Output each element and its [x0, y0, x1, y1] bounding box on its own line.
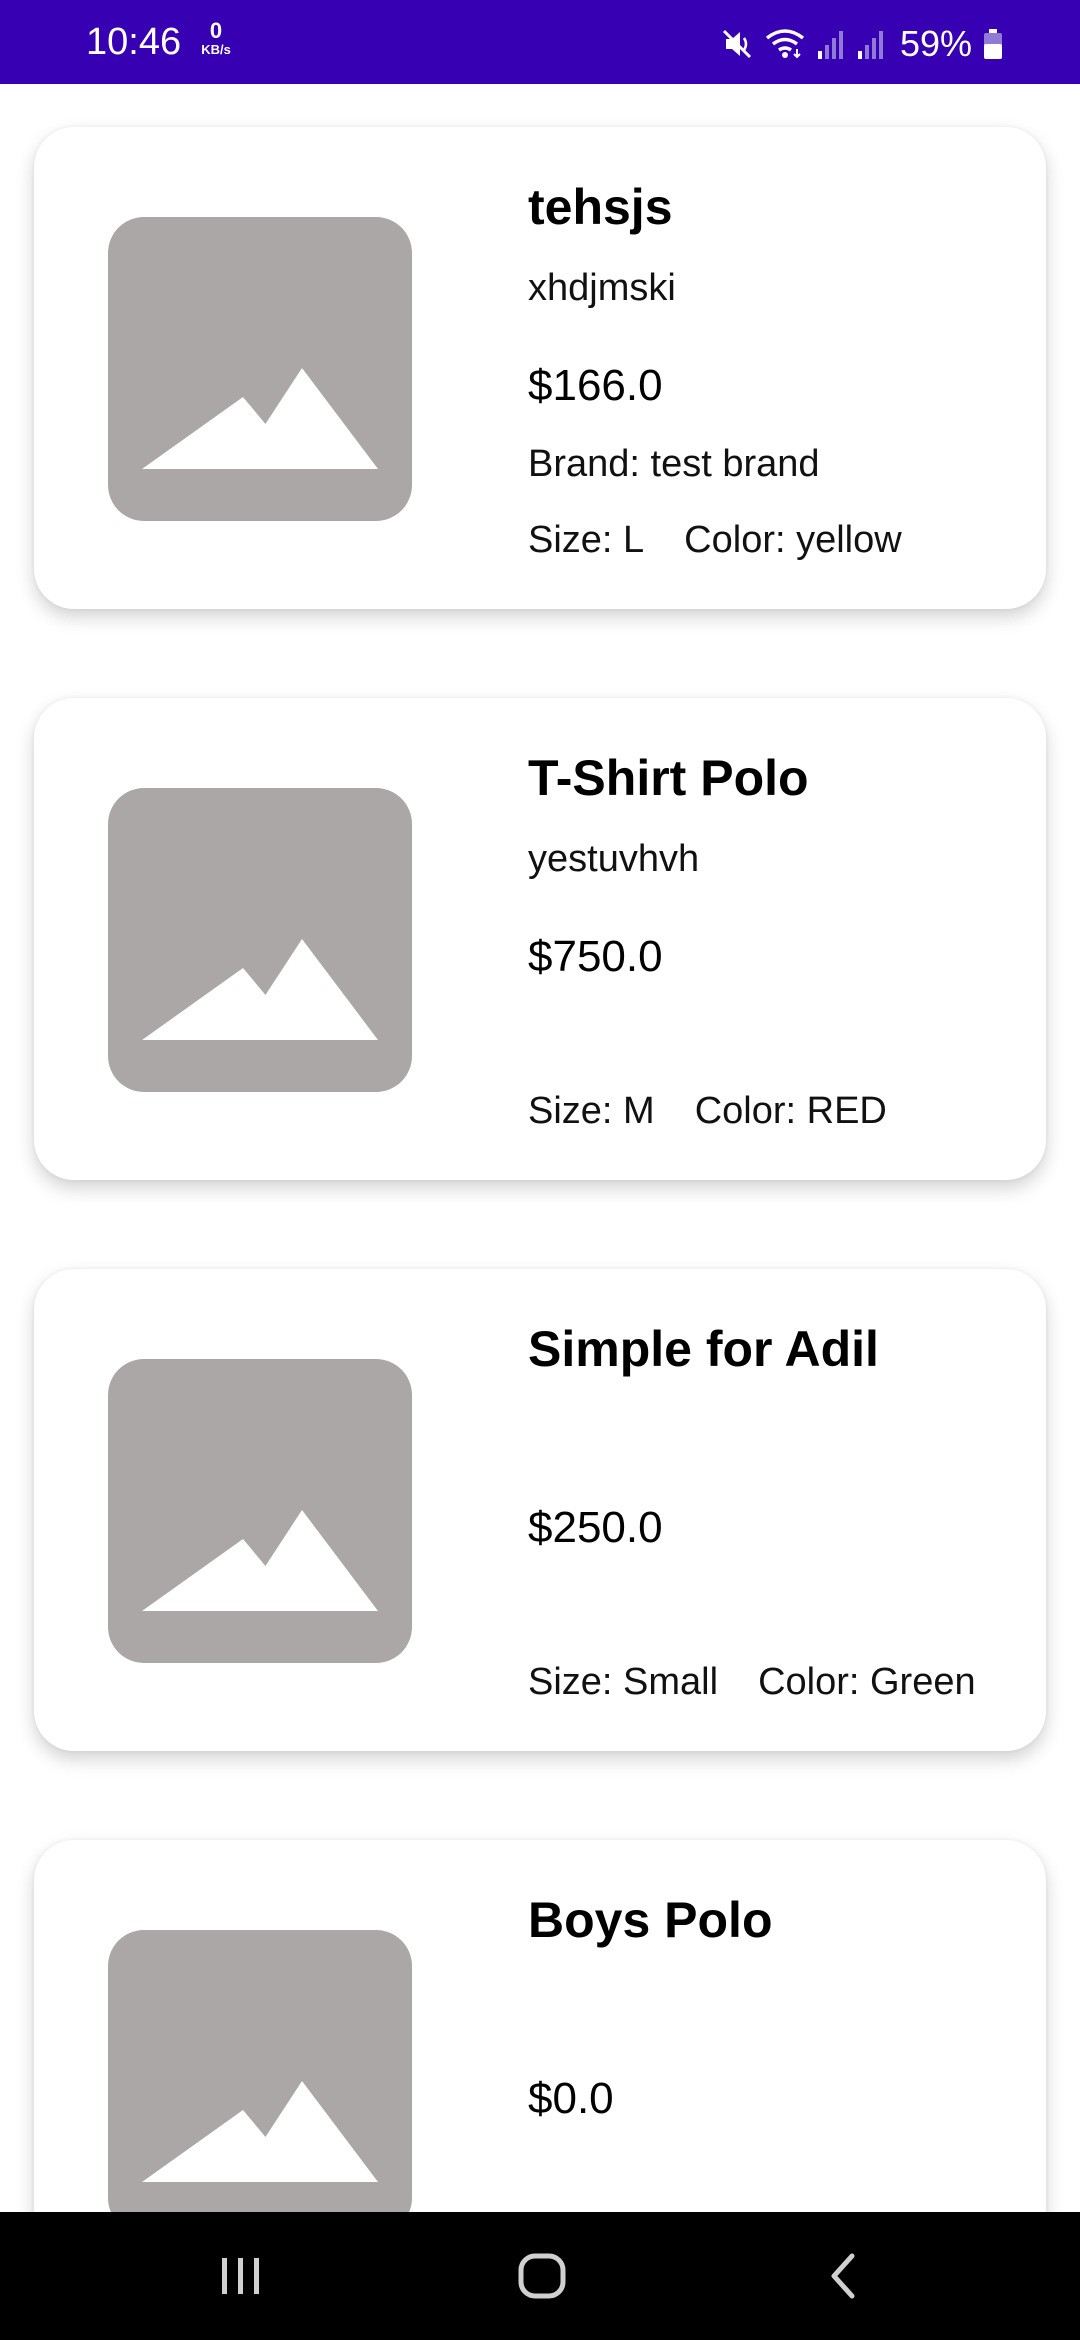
- product-price: $250.0: [528, 1503, 663, 1552]
- product-attributes: Size: L Color: yellow: [528, 517, 902, 563]
- image-placeholder-icon: [108, 1359, 412, 1663]
- product-description: xhdjmski: [528, 267, 676, 309]
- battery-percent: 59%: [900, 23, 973, 64]
- mute-icon: [720, 27, 754, 61]
- product-size: Size: M: [528, 1090, 655, 1132]
- signal-icon: [856, 27, 886, 61]
- product-color: Color: Green: [758, 1661, 976, 1703]
- signal-icon: [816, 27, 846, 61]
- status-time: 10:46: [86, 21, 182, 63]
- wifi-icon: [764, 27, 806, 61]
- product-color: Color: RED: [694, 1090, 887, 1132]
- home-icon[interactable]: [512, 2246, 572, 2306]
- product-name: tehsjs: [528, 179, 673, 235]
- product-name: T-Shirt Polo: [528, 750, 809, 806]
- product-size: Size: Small: [528, 1661, 719, 1703]
- product-card[interactable]: Simple for Adil $250.0 Size: Small Color:…: [34, 1269, 1046, 1751]
- network-speed-value: 0: [209, 18, 223, 43]
- battery-icon: [982, 27, 1004, 61]
- product-card[interactable]: tehsjs xhdjmski $166.0 Brand: test brand…: [34, 127, 1046, 609]
- product-brand: Brand: test brand: [528, 443, 820, 485]
- network-speed: 0 KB/s: [196, 18, 236, 57]
- product-size: Size: L: [528, 519, 645, 561]
- product-attributes: Size: Small Color: Green: [528, 1659, 976, 1705]
- product-color: Color: yellow: [684, 519, 902, 561]
- status-icons: 59%: [720, 20, 1004, 68]
- product-card[interactable]: Boys Polo $0.0: [34, 1840, 1046, 2212]
- recent-apps-icon[interactable]: [210, 2246, 270, 2306]
- image-placeholder-icon: [108, 1930, 412, 2212]
- product-list[interactable]: tehsjs xhdjmski $166.0 Brand: test brand…: [0, 84, 1080, 2212]
- product-price: $750.0: [528, 932, 663, 981]
- navigation-bar: [0, 2212, 1080, 2340]
- product-attributes: Size: M Color: RED: [528, 1088, 887, 1134]
- product-description: yestuvhvh: [528, 838, 700, 880]
- image-placeholder-icon: [108, 217, 412, 521]
- status-bar: 10:46 0 KB/s 59%: [0, 0, 1080, 84]
- product-name: Boys Polo: [528, 1892, 773, 1948]
- product-card[interactable]: T-Shirt Polo yestuvhvh $750.0 Size: M Col…: [34, 698, 1046, 1180]
- product-price: $166.0: [528, 361, 663, 410]
- product-name: Simple for Adil: [528, 1321, 879, 1377]
- back-icon[interactable]: [814, 2246, 874, 2306]
- network-speed-unit: KB/s: [201, 42, 231, 57]
- product-price: $0.0: [528, 2074, 614, 2123]
- image-placeholder-icon: [108, 788, 412, 1092]
